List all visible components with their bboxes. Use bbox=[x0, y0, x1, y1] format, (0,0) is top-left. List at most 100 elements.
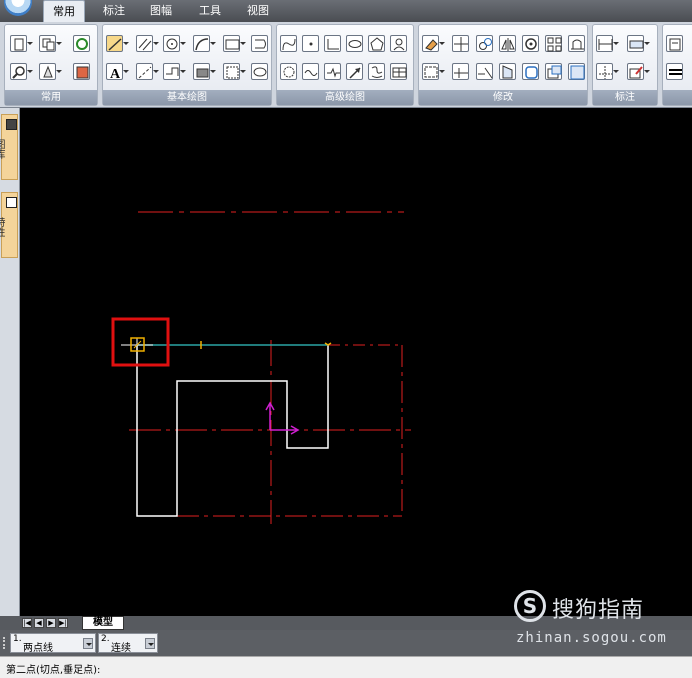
centerlines bbox=[129, 211, 411, 524]
palette-tab-library[interactable]: 图库 bbox=[0, 114, 18, 180]
angle-icon[interactable] bbox=[324, 35, 341, 52]
ribbon-group-label-partial bbox=[663, 90, 692, 105]
linear-dimension-icon[interactable] bbox=[596, 35, 619, 52]
tab-common[interactable]: 常用 bbox=[43, 0, 85, 22]
edit-dimension-icon[interactable] bbox=[627, 63, 650, 80]
ribbon-group-modify: 修改 bbox=[418, 24, 588, 106]
polyline-icon[interactable] bbox=[251, 35, 268, 52]
text-style-icon[interactable] bbox=[666, 35, 683, 52]
watermark: S 搜狗指南 zhinan.sogou.com bbox=[514, 590, 684, 650]
arrow-icon[interactable] bbox=[346, 63, 363, 80]
tab-dimension[interactable]: 标注 bbox=[94, 0, 134, 22]
hatch-icon[interactable] bbox=[193, 63, 216, 80]
sogou-logo-icon: S bbox=[514, 590, 546, 622]
palette-tab-properties[interactable]: 特性 bbox=[0, 192, 18, 258]
copy-object-icon[interactable] bbox=[476, 35, 493, 52]
point-icon[interactable] bbox=[302, 35, 319, 52]
tab-tools[interactable]: 工具 bbox=[190, 0, 230, 22]
break-line-icon[interactable] bbox=[324, 63, 341, 80]
polygon-icon[interactable] bbox=[368, 35, 385, 52]
tab-view[interactable]: 视图 bbox=[238, 0, 278, 22]
rotate-icon[interactable] bbox=[522, 35, 539, 52]
ribbon: 常用 A 基本绘图 高级绘图 修改 标注 bbox=[0, 22, 692, 108]
properties-icon bbox=[6, 197, 17, 208]
trim-icon[interactable] bbox=[422, 63, 445, 80]
centerline-icon[interactable] bbox=[136, 63, 159, 80]
chevron-down-icon[interactable] bbox=[83, 638, 93, 649]
spline-icon[interactable] bbox=[163, 63, 186, 80]
new-file-icon[interactable] bbox=[10, 35, 33, 52]
chamfer-icon[interactable] bbox=[499, 63, 516, 80]
grip-handle[interactable] bbox=[3, 637, 5, 649]
spring-icon[interactable] bbox=[368, 63, 385, 80]
watermark-brand: 搜狗指南 bbox=[552, 598, 645, 623]
line-icon[interactable] bbox=[106, 35, 129, 52]
gear-icon[interactable] bbox=[280, 63, 297, 80]
last-tab-icon[interactable]: ▶| bbox=[58, 618, 68, 628]
ribbon-group-dimension: 标注 bbox=[592, 24, 658, 106]
array-icon[interactable] bbox=[545, 35, 562, 52]
break-icon[interactable] bbox=[476, 63, 493, 80]
explode-icon[interactable] bbox=[568, 63, 585, 80]
refresh-icon[interactable] bbox=[73, 35, 90, 52]
ribbon-group-label: 常用 bbox=[5, 90, 97, 105]
person-icon[interactable] bbox=[390, 35, 407, 52]
ucs-icon bbox=[265, 401, 300, 435]
curve-icon[interactable] bbox=[280, 35, 297, 52]
library-icon bbox=[6, 119, 17, 130]
watermark-url: zhinan.sogou.com bbox=[516, 630, 667, 646]
eraser-icon[interactable] bbox=[422, 35, 445, 52]
drawing-svg bbox=[111, 211, 411, 524]
menu-bar: 常用 标注 图幅 工具 视图 bbox=[0, 0, 692, 22]
move-icon[interactable] bbox=[452, 35, 469, 52]
ribbon-group-advanced-draw: 高级绘图 bbox=[276, 24, 414, 106]
dimension-style-icon[interactable] bbox=[627, 35, 650, 52]
ribbon-group-label: 标注 bbox=[593, 90, 657, 105]
next-tab-icon[interactable]: ▶ bbox=[46, 618, 56, 628]
table-icon[interactable] bbox=[390, 63, 407, 80]
redraw-icon[interactable] bbox=[73, 63, 90, 80]
status-bar: 第二点(切点,垂足点): bbox=[0, 656, 692, 678]
ellipse-icon[interactable] bbox=[251, 63, 268, 80]
parallel-line-icon[interactable] bbox=[136, 35, 159, 52]
line-weight-icon[interactable] bbox=[666, 63, 683, 80]
wave-icon[interactable] bbox=[302, 63, 319, 80]
option-2-value: 连续 bbox=[111, 643, 131, 654]
ribbon-group-label: 基本绘图 bbox=[103, 90, 271, 105]
pan-icon[interactable] bbox=[39, 63, 62, 80]
text-icon[interactable]: A bbox=[106, 63, 129, 81]
palette-tab-properties-label: 特性 bbox=[0, 217, 4, 237]
block-icon[interactable] bbox=[223, 63, 246, 80]
fillet-icon[interactable] bbox=[522, 63, 539, 80]
ribbon-group-label: 高级绘图 bbox=[277, 90, 413, 105]
arc-icon[interactable] bbox=[193, 35, 216, 52]
chevron-down-icon[interactable] bbox=[145, 638, 155, 649]
circle-icon[interactable] bbox=[163, 35, 186, 52]
side-palette: 图库 特性 bbox=[0, 108, 20, 628]
option-1-number: 1. bbox=[13, 634, 22, 644]
slot-icon[interactable] bbox=[346, 35, 363, 52]
model-tab[interactable]: 模型 bbox=[82, 616, 124, 630]
palette-tab-library-label: 图库 bbox=[0, 139, 4, 159]
ribbon-group-common: 常用 bbox=[4, 24, 98, 106]
continuity-select[interactable]: 2. 连续 bbox=[98, 633, 158, 654]
option-1-value: 两点线 bbox=[23, 643, 53, 654]
copy-icon[interactable] bbox=[39, 35, 62, 52]
line-type-select[interactable]: 1. 两点线 bbox=[10, 633, 96, 654]
stretch-icon[interactable] bbox=[568, 35, 585, 52]
mirror-icon[interactable] bbox=[499, 35, 516, 52]
zoom-icon[interactable] bbox=[10, 63, 33, 80]
rectangle-icon[interactable] bbox=[223, 35, 246, 52]
option-2-number: 2. bbox=[101, 634, 110, 644]
drawing-canvas[interactable] bbox=[21, 108, 692, 616]
extend-icon[interactable] bbox=[452, 63, 469, 80]
ribbon-group-label: 修改 bbox=[419, 90, 587, 105]
coordinate-dimension-icon[interactable] bbox=[596, 63, 619, 80]
scale-icon[interactable] bbox=[545, 63, 562, 80]
app-logo-icon[interactable] bbox=[4, 0, 32, 16]
ribbon-group-basic-draw: A 基本绘图 bbox=[102, 24, 272, 106]
prev-tab-icon[interactable]: ◀ bbox=[34, 618, 44, 628]
first-tab-icon[interactable]: |◀ bbox=[22, 618, 32, 628]
tab-sheet[interactable]: 图幅 bbox=[141, 0, 181, 22]
command-prompt: 第二点(切点,垂足点): bbox=[6, 665, 101, 676]
